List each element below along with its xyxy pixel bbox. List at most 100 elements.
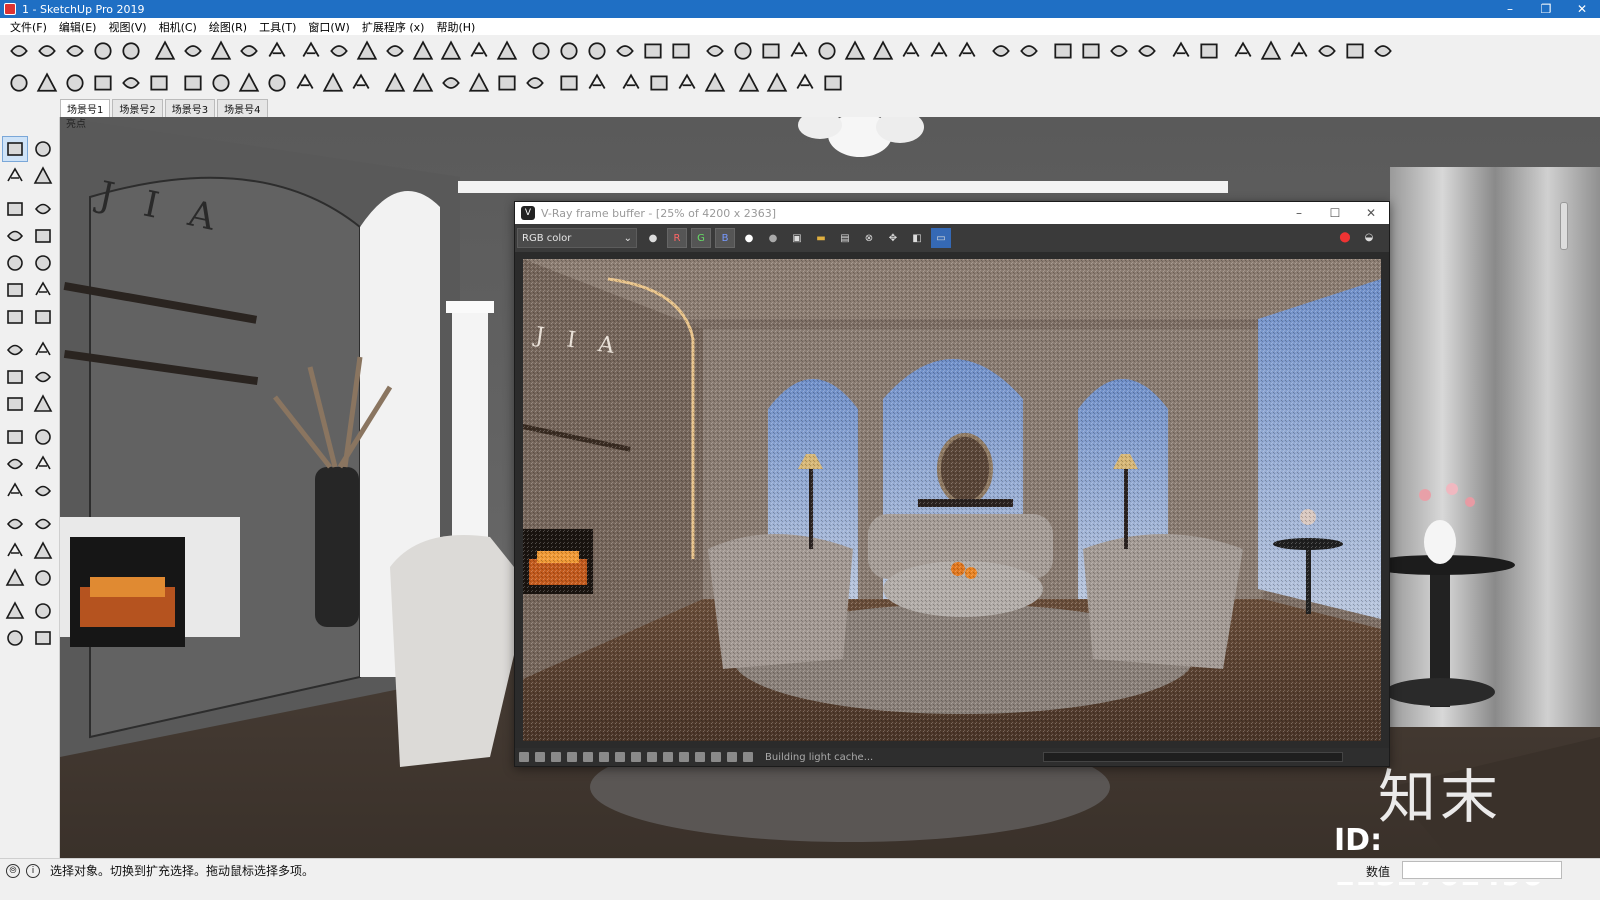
srgb-icon[interactable] [679,752,689,762]
walk-icon[interactable] [2,625,28,651]
clear-image-icon[interactable]: ⊗ [859,228,879,248]
compare-v-icon[interactable] [711,752,721,762]
levels-icon[interactable] [583,752,593,762]
record-icon[interactable] [988,38,1014,64]
green-channel-button[interactable]: G [691,228,711,248]
scene-tab-4[interactable]: 场景号4 [217,99,268,117]
spiral-icon[interactable] [730,38,756,64]
rotate-icon[interactable] [2,364,28,390]
arc-icon[interactable] [640,38,666,64]
exposure-icon[interactable] [615,752,625,762]
loop-icon[interactable] [410,38,436,64]
eraser-icon[interactable] [30,163,56,189]
polygon-icon[interactable] [30,250,56,276]
sphere-light-icon[interactable] [348,70,374,96]
env-icon[interactable] [1106,38,1132,64]
layers2-icon[interactable] [556,38,582,64]
tape-measure-icon[interactable] [2,424,28,450]
layers-icon[interactable] [528,38,554,64]
arc-icon[interactable] [2,277,28,303]
axes-icon[interactable] [2,478,28,504]
exchange-icon[interactable] [1196,38,1222,64]
zoom-icon[interactable] [2,538,28,564]
render-teapot-icon[interactable]: ◒ [1359,227,1379,247]
omni-light-icon[interactable] [208,70,234,96]
minimize-button[interactable]: – [1492,0,1528,18]
ramp-icon[interactable] [208,38,234,64]
ies-icon[interactable] [264,70,290,96]
align-icon[interactable] [298,38,324,64]
mirror-icon[interactable] [842,38,868,64]
sun-icon[interactable] [236,70,262,96]
box-icon[interactable] [34,38,60,64]
pen-icon[interactable] [926,38,952,64]
rectangle-icon[interactable] [2,223,28,249]
lock-icon[interactable] [820,70,846,96]
circle-icon[interactable] [2,250,28,276]
section2-icon[interactable] [764,70,790,96]
previous-view-icon[interactable] [30,565,56,591]
pan-icon[interactable] [30,511,56,537]
geo-location-icon[interactable]: ⦾ [6,863,20,878]
color-balls-icon[interactable]: ● [643,228,663,248]
teapot-icon[interactable] [584,70,610,96]
compare-h-icon[interactable] [695,752,705,762]
model-icon[interactable] [1134,38,1160,64]
blue-channel-button[interactable]: B [715,228,735,248]
top-view-icon[interactable] [34,70,60,96]
right-view-icon[interactable] [90,70,116,96]
infinite-plane-icon[interactable] [702,70,728,96]
follow-me-icon[interactable] [30,364,56,390]
lasso-select-icon[interactable] [30,136,56,162]
section-icon[interactable] [736,70,762,96]
teapot2-icon[interactable] [618,70,644,96]
offset-icon[interactable] [30,391,56,417]
cube-b-icon[interactable] [1286,38,1312,64]
component-icon[interactable] [62,38,88,64]
history-icon[interactable] [519,752,529,762]
protractor-icon[interactable] [2,451,28,477]
vray-render-icon[interactable] [556,70,582,96]
rotate-copy-icon[interactable] [264,38,290,64]
scene-tab-3[interactable]: 场景号3 [164,99,216,117]
tree-icon[interactable] [354,38,380,64]
lens-effects-icon[interactable]: ▭ [931,228,951,248]
fence-icon[interactable] [786,38,812,64]
lut-icon[interactable] [647,752,657,762]
warehouse-icon[interactable] [6,38,32,64]
pixel-aspect-icon[interactable] [727,752,737,762]
textured-icon[interactable] [494,70,520,96]
select-arrow-icon[interactable] [2,135,28,162]
credits-info-icon[interactable]: i [26,863,40,878]
red-channel-button[interactable]: R [667,228,687,248]
pie-icon[interactable] [30,277,56,303]
wireframe-icon[interactable] [410,70,436,96]
three-point-arc-icon[interactable] [2,304,28,330]
plane-icon[interactable] [674,70,700,96]
pencil-icon[interactable] [2,196,28,222]
color-corrections-icon[interactable] [567,752,577,762]
block-icon[interactable] [898,38,924,64]
spot-light-icon[interactable] [180,70,206,96]
zoom-window-icon[interactable] [30,538,56,564]
cloud-icon[interactable] [646,70,672,96]
vray-frame-buffer-window[interactable]: V V-Ray frame buffer - [25% of 4200 x 23… [514,201,1390,767]
curve-icon[interactable] [326,38,352,64]
table-icon[interactable] [1050,38,1076,64]
star-light-icon[interactable] [292,70,318,96]
vfb-close-button[interactable]: ✕ [1353,202,1389,224]
dome-light-icon[interactable] [320,70,346,96]
vfb-title-bar[interactable]: V V-Ray frame buffer - [25% of 4200 x 23… [515,202,1389,224]
monochrome-icon[interactable] [522,70,548,96]
eraser-shape-icon[interactable] [118,38,144,64]
paint-bucket-icon[interactable] [2,163,28,189]
arch-icon[interactable] [382,38,408,64]
menu-window[interactable]: 窗口(W) [302,19,355,35]
open-folder-icon[interactable]: ▬ [811,228,831,248]
chart-icon[interactable] [758,38,784,64]
sketchup-app-icon[interactable] [4,3,16,15]
stop-render-icon[interactable]: ⬤ [1335,227,1355,247]
scene-tab-2[interactable]: 场景号2 [112,99,163,117]
sphere-b-icon[interactable] [1342,38,1368,64]
section-plane-icon[interactable] [30,625,56,651]
